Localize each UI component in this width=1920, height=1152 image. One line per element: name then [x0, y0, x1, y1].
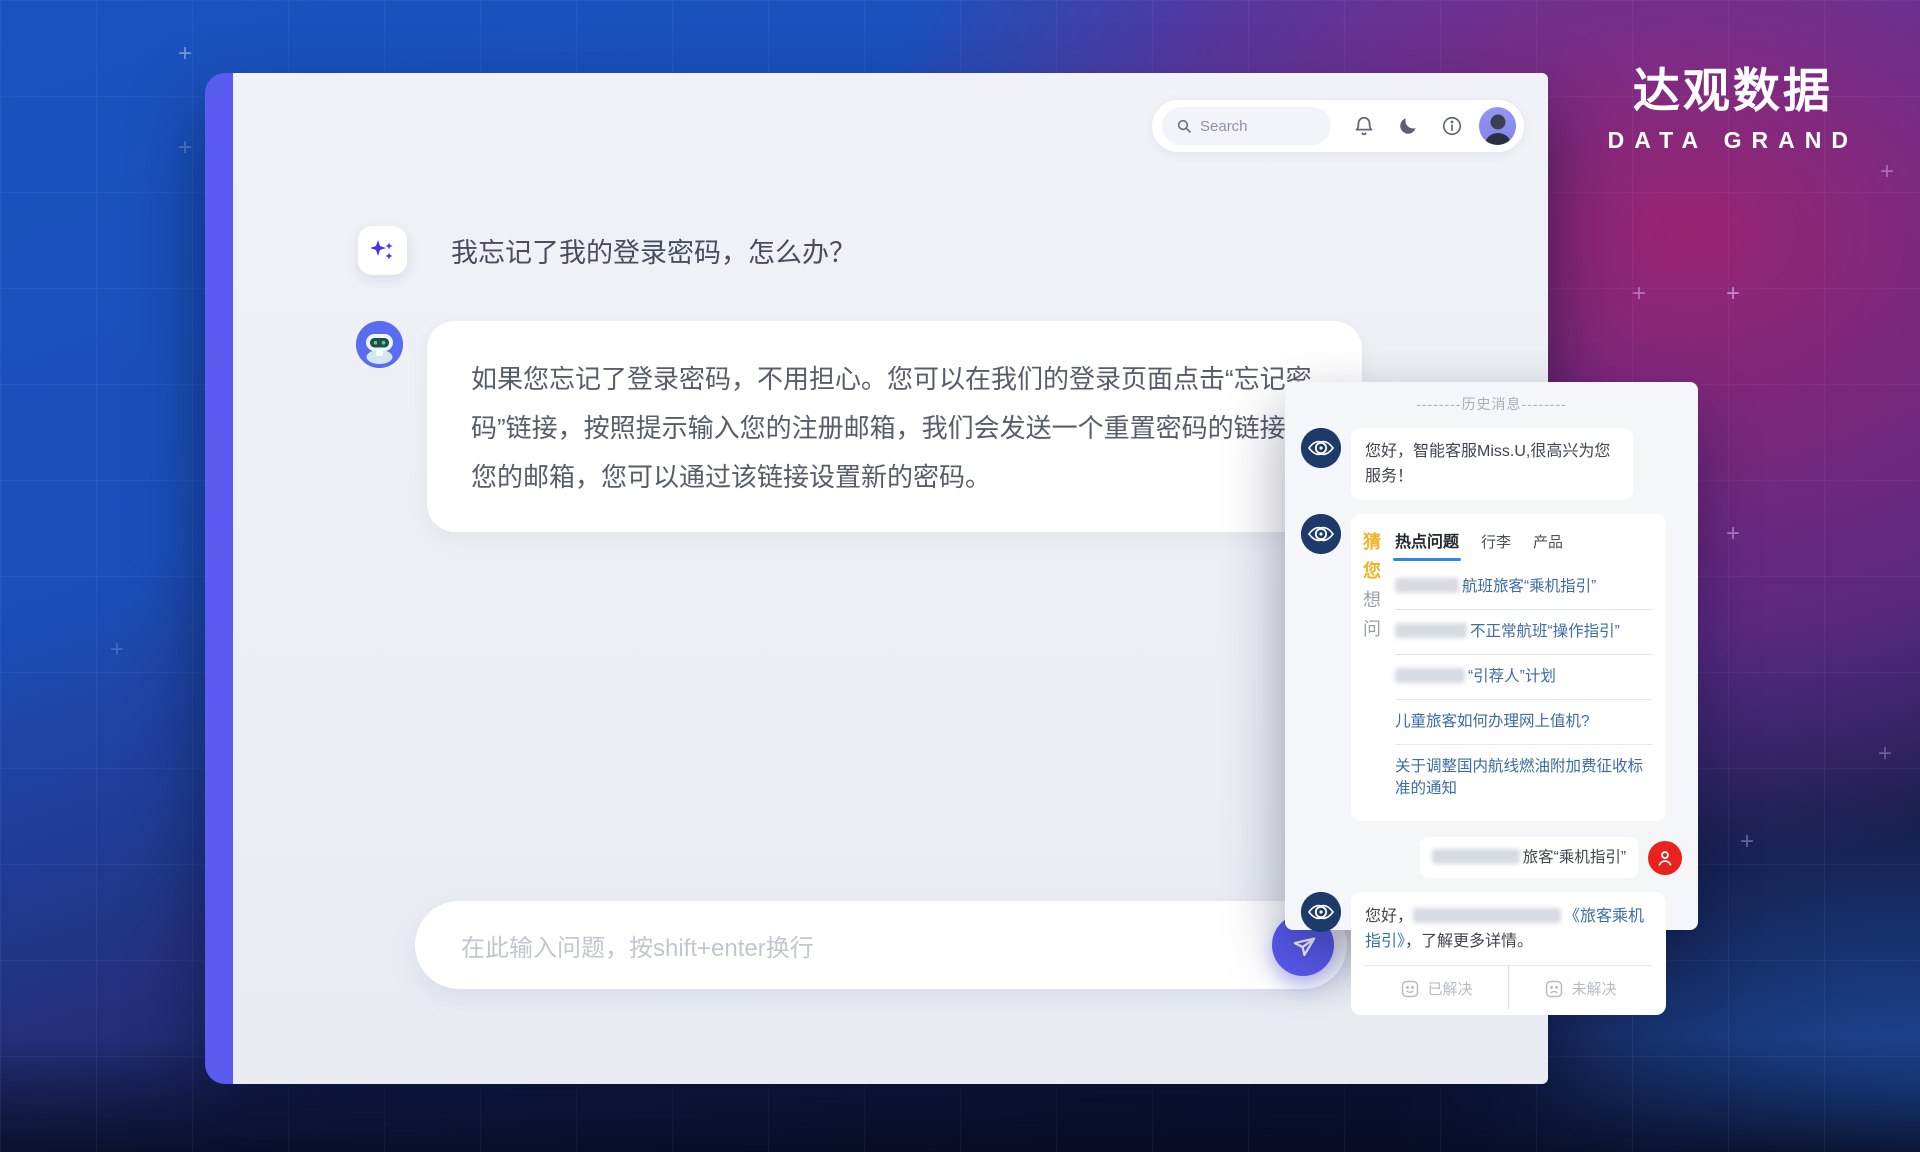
unresolved-button[interactable]: 未解决	[1509, 966, 1652, 1009]
plus-decoration: +	[110, 636, 124, 664]
tab-products[interactable]: 产品	[1533, 531, 1563, 561]
overlay-user-query: 旅客“乘机指引”	[1420, 837, 1638, 878]
guess-label: 猜 您 想 问	[1363, 528, 1383, 811]
user-message-text: 我忘记了我的登录密码，怎么办？	[451, 231, 856, 270]
search-input[interactable]: Search	[1162, 107, 1331, 145]
frown-icon	[1544, 979, 1564, 999]
overlay-user-query-row: 旅客“乘机指引”	[1301, 837, 1682, 878]
question-tabs: 热点问题 行李 产品	[1395, 528, 1652, 561]
guess-questions-card: 猜 您 想 问 热点问题 行李 产品 航班旅客“乘机指引” 不正常航班“操作指引…	[1351, 514, 1666, 821]
smiley-icon	[1400, 979, 1420, 999]
history-divider: --------历史消息--------	[1301, 394, 1682, 414]
bot-message-bubble: 如果您忘记了登录密码，不用担心。您可以在我们的登录页面点击“忘记密码”链接，按照…	[427, 321, 1362, 532]
top-bar: Search	[1152, 100, 1524, 152]
dark-mode-moon-icon[interactable]	[1397, 115, 1419, 137]
service-bot-avatar-icon	[1301, 514, 1341, 554]
search-placeholder: Search	[1200, 118, 1248, 135]
info-icon[interactable]	[1441, 115, 1463, 137]
service-bot-avatar-icon	[1301, 892, 1341, 932]
feedback-bar: 已解决 未解决	[1365, 965, 1652, 1009]
question-link[interactable]: “引荐人”计划	[1395, 655, 1652, 700]
plus-decoration: +	[178, 134, 192, 162]
overlay-guess-row: 猜 您 想 问 热点问题 行李 产品 航班旅客“乘机指引” 不正常航班“操作指引…	[1301, 514, 1682, 821]
question-link[interactable]: 不正常航班“操作指引”	[1395, 610, 1652, 655]
plus-decoration: +	[1632, 280, 1646, 308]
plus-decoration: +	[1726, 280, 1740, 308]
overlay-greeting-text: 您好，智能客服Miss.U,很高兴为您服务！	[1351, 428, 1633, 500]
redacted-text	[1395, 623, 1467, 638]
bot-message-text: 如果您忘记了登录密码，不用担心。您可以在我们的登录页面点击“忘记密码”链接，按照…	[471, 355, 1318, 502]
answer-suffix: ，了解更多详情。	[1405, 933, 1533, 950]
brand-subtitle: DATA GRAND	[1608, 127, 1858, 154]
plus-decoration: +	[1878, 740, 1892, 768]
redacted-text	[1395, 668, 1465, 683]
redacted-text	[1395, 578, 1459, 593]
user-message-row: 我忘记了我的登录密码，怎么办？	[358, 226, 856, 275]
service-bot-avatar-icon	[1301, 428, 1341, 468]
tab-luggage[interactable]: 行李	[1481, 531, 1511, 561]
plus-decoration: +	[1880, 158, 1894, 186]
brand-logo: 达观数据 DATA GRAND	[1608, 52, 1858, 154]
message-input[interactable]: 在此输入问题，按shift+enter换行	[415, 901, 1347, 989]
overlay-answer-card: 您好，《旅客乘机指引》，了解更多详情。 已解决 未解决	[1351, 892, 1666, 1015]
overlay-user-avatar-icon	[1648, 841, 1682, 875]
search-icon	[1176, 118, 1192, 134]
mini-chat-overlay: --------历史消息-------- 您好，智能客服Miss.U,很高兴为您…	[1285, 382, 1698, 930]
bot-message-row: 如果您忘记了登录密码，不用担心。您可以在我们的登录页面点击“忘记密码”链接，按照…	[356, 321, 1362, 532]
redacted-text	[1432, 849, 1520, 864]
bot-avatar-icon	[356, 321, 403, 368]
answer-prefix: 您好，	[1365, 908, 1413, 925]
plus-decoration: +	[178, 40, 192, 68]
brand-title: 达观数据	[1608, 52, 1858, 121]
plus-decoration: +	[1726, 520, 1740, 548]
input-placeholder: 在此输入问题，按shift+enter换行	[461, 928, 1272, 963]
tab-hot-questions[interactable]: 热点问题	[1395, 528, 1459, 561]
question-link[interactable]: 关于调整国内航线燃油附加费征收标准的通知	[1395, 745, 1652, 811]
user-avatar[interactable]	[1479, 107, 1516, 145]
plus-decoration: +	[1740, 828, 1754, 856]
question-link[interactable]: 儿童旅客如何办理网上值机?	[1395, 700, 1652, 745]
notification-bell-icon[interactable]	[1353, 115, 1375, 137]
hot-question-list: 航班旅客“乘机指引” 不正常航班“操作指引” “引荐人”计划 儿童旅客如何办理网…	[1395, 565, 1652, 811]
overlay-bot-answer-row: 您好，《旅客乘机指引》，了解更多详情。 已解决 未解决	[1301, 892, 1682, 1015]
overlay-bot-greeting-row: 您好，智能客服Miss.U,很高兴为您服务！	[1301, 428, 1682, 500]
resolved-button[interactable]: 已解决	[1365, 966, 1509, 1009]
redacted-text	[1413, 908, 1561, 923]
window-spine	[205, 73, 233, 1084]
question-link[interactable]: 航班旅客“乘机指引”	[1395, 565, 1652, 610]
sparkles-icon	[358, 226, 407, 275]
